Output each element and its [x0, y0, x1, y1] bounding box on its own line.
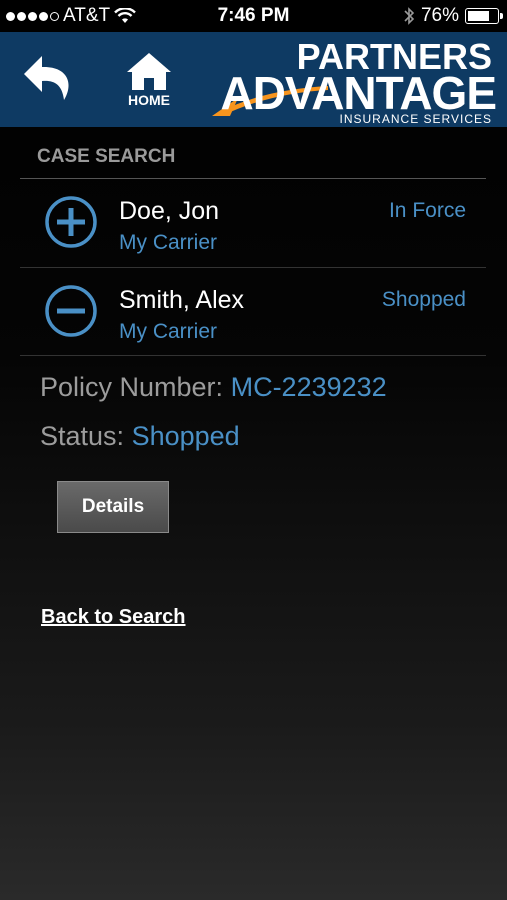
- case-status: Shopped: [381, 288, 466, 311]
- home-button[interactable]: HOME: [120, 50, 178, 122]
- battery-icon: [465, 8, 503, 24]
- plus-circle-icon[interactable]: [44, 195, 98, 249]
- back-button[interactable]: [20, 50, 78, 108]
- case-row-doe-jon[interactable]: Doe, Jon My Carrier In Force: [20, 179, 486, 267]
- policy-number-line: Policy Number: MC-2239232: [40, 372, 387, 403]
- status-right: 76%: [403, 5, 503, 27]
- home-label: HOME: [128, 92, 170, 108]
- status-label: Status:: [40, 421, 125, 451]
- case-row-smith-alex[interactable]: Smith, Alex My Carrier Shopped: [20, 268, 486, 356]
- case-status: In Force: [388, 199, 466, 222]
- status-bar: AT&T 7:46 PM 76%: [0, 0, 507, 32]
- status-line: Status: Shopped: [40, 421, 240, 452]
- bluetooth-icon: [404, 7, 415, 25]
- case-carrier: My Carrier: [119, 320, 217, 343]
- back-arrow-icon: [24, 56, 69, 100]
- policy-number-label: Policy Number:: [40, 372, 224, 402]
- home-icon: [127, 53, 171, 90]
- battery-percent: 76%: [420, 5, 459, 26]
- minus-circle-icon[interactable]: [44, 284, 98, 338]
- app-header: HOME PARTNERS ADVANTAGE INSURANCE SERVIC…: [0, 32, 507, 127]
- section-title: CASE SEARCH: [37, 146, 176, 167]
- logo-line3: INSURANCE SERVICES: [339, 112, 492, 126]
- case-name: Doe, Jon: [119, 197, 220, 225]
- partners-advantage-logo: PARTNERS ADVANTAGE INSURANCE SERVICES: [210, 36, 500, 126]
- case-carrier: My Carrier: [119, 231, 217, 254]
- case-name: Smith, Alex: [119, 286, 245, 314]
- details-button[interactable]: Details: [57, 481, 169, 533]
- back-to-search-link[interactable]: Back to Search: [41, 606, 186, 629]
- policy-number-value: MC-2239232: [230, 372, 387, 402]
- divider: [20, 355, 486, 356]
- status-value: Shopped: [131, 421, 240, 451]
